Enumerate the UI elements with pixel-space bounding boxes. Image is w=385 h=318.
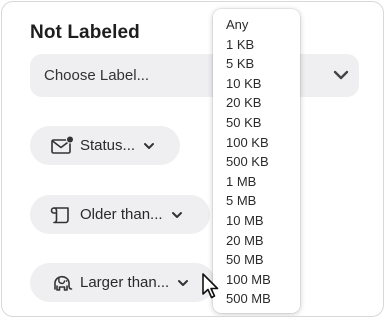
choose-label-select[interactable]: Choose Label...: [30, 54, 359, 97]
scroll-icon: [50, 206, 69, 223]
larger-than-filter-label: Larger than...: [80, 274, 170, 291]
size-option[interactable]: 1 MB: [213, 172, 300, 192]
size-dropdown-menu: Any 1 KB 5 KB 10 KB 20 KB 50 KB 100 KB 5…: [213, 9, 300, 313]
size-option[interactable]: 10 MB: [213, 211, 300, 231]
envelope-badge-icon: [51, 135, 74, 154]
status-filter-button[interactable]: Status...: [30, 126, 180, 165]
chevron-down-icon: [178, 279, 189, 286]
chevron-down-icon: [144, 142, 155, 149]
size-option[interactable]: 10 KB: [213, 74, 300, 94]
size-option[interactable]: 100 KB: [213, 133, 300, 153]
size-option[interactable]: 5 MB: [213, 191, 300, 211]
choose-label-value: Choose Label...: [44, 67, 150, 84]
older-than-filter-label: Older than...: [80, 206, 163, 223]
size-option[interactable]: 5 KB: [213, 54, 300, 74]
size-option[interactable]: 1 KB: [213, 35, 300, 55]
section-title: Not Labeled: [30, 22, 140, 43]
chevron-down-icon: [171, 211, 182, 218]
mouse-pointer-icon: [202, 273, 219, 299]
size-option[interactable]: 500 MB: [213, 289, 300, 309]
filter-panel: Not Labeled Choose Label... Status... Ol…: [1, 1, 384, 317]
size-option[interactable]: 50 KB: [213, 113, 300, 133]
status-filter-label: Status...: [80, 137, 136, 154]
chevron-down-icon: [333, 70, 349, 80]
size-option[interactable]: Any: [213, 15, 300, 35]
older-than-filter-button[interactable]: Older than...: [30, 195, 210, 234]
size-option[interactable]: 100 MB: [213, 270, 300, 290]
size-option[interactable]: 20 MB: [213, 231, 300, 251]
size-option[interactable]: 50 MB: [213, 250, 300, 270]
size-option[interactable]: 20 KB: [213, 93, 300, 113]
size-option[interactable]: 500 KB: [213, 152, 300, 172]
elephant-icon: [54, 275, 73, 291]
larger-than-filter-button[interactable]: Larger than...: [30, 263, 215, 302]
